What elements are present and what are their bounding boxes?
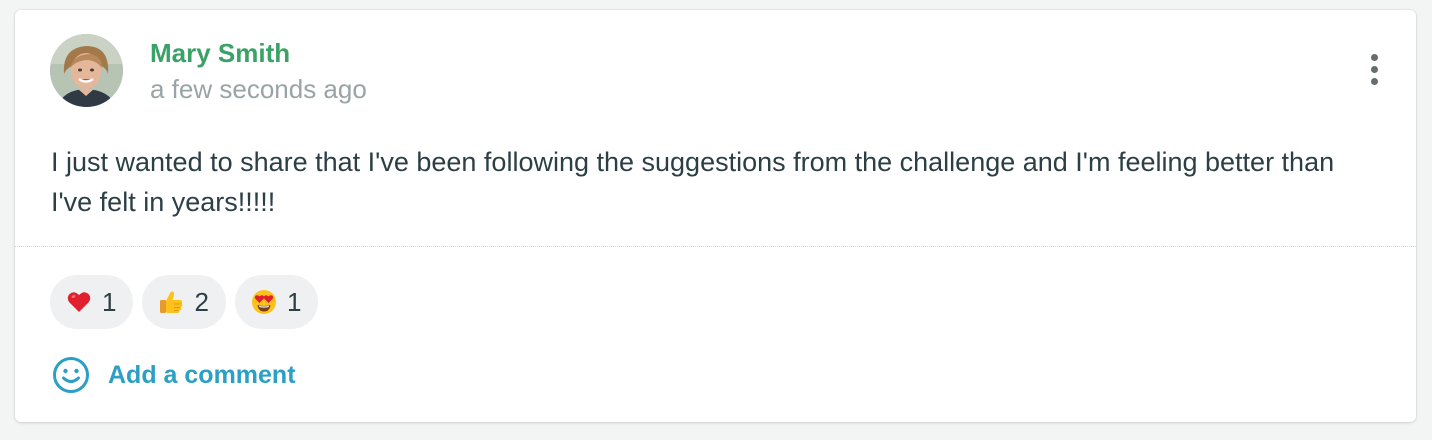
smiley-icon (53, 357, 89, 393)
reaction-count: 1 (286, 286, 302, 317)
add-comment-label: Add a comment (108, 360, 296, 389)
more-vertical-icon[interactable] (1362, 54, 1386, 94)
red-heart-icon (66, 289, 92, 315)
post-timestamp: a few seconds ago (150, 74, 367, 104)
heart-eyes-icon (251, 289, 277, 315)
post-card: Mary Smith a few seconds ago I just want… (15, 10, 1416, 422)
avatar[interactable] (50, 34, 123, 107)
add-comment-button[interactable]: Add a comment (52, 356, 296, 394)
reaction-heart-eyes[interactable]: 1 (234, 275, 319, 329)
post-text: I just wanted to share that I've been fo… (51, 147, 1335, 217)
reaction-count: 2 (194, 286, 209, 317)
thumbs-up-icon (158, 289, 184, 315)
reaction-count: 1 (102, 286, 117, 317)
reaction-thumbs-up[interactable]: 2 (142, 275, 226, 329)
author-name[interactable]: Mary Smith (150, 38, 290, 68)
divider (15, 246, 1416, 247)
reaction-heart[interactable]: 1 (50, 275, 134, 329)
reactions-bar: 1 2 1 (50, 275, 319, 329)
